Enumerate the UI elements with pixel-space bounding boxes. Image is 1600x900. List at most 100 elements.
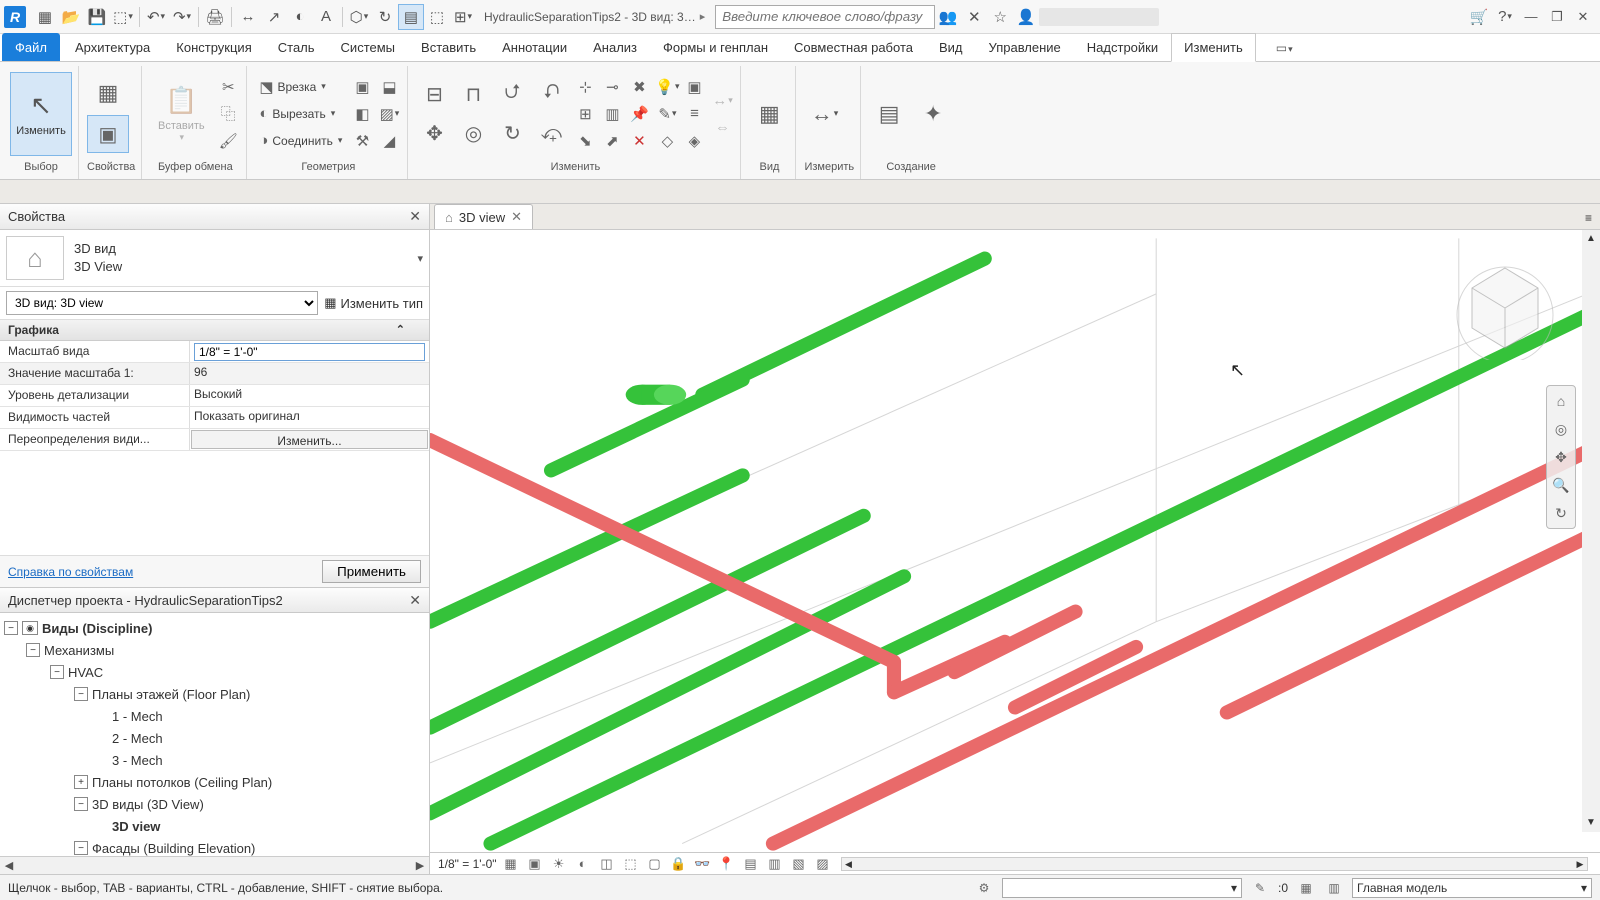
exchange-icon[interactable]: ✕ [961,4,987,30]
shadows-icon[interactable]: ◐ [573,855,593,873]
tab-massing[interactable]: Формы и генплан [650,33,781,61]
tree-node[interactable]: 2 - Mech [2,727,427,749]
offset-icon[interactable]: ⊓ [455,76,491,112]
scale-label[interactable]: 1/8" = 1'-0" [438,857,497,871]
tree-node[interactable]: 1 - Mech [2,705,427,727]
reveal-icon[interactable]: 📍 [717,855,737,873]
split-gap-icon[interactable]: ⊸ [600,75,624,99]
tab-annotate[interactable]: Аннотации [489,33,580,61]
collapse-icon[interactable]: ⌃ [396,323,405,336]
sun-path-icon[interactable]: ☀ [549,855,569,873]
linework-icon[interactable]: ✎▾ [655,102,679,126]
analytical-icon[interactable]: ▤ [741,855,761,873]
line-style-icon[interactable]: 💡▾ [655,75,679,99]
tree-node[interactable]: −3D виды (3D View) [2,793,427,815]
split-icon[interactable]: ⊹ [573,75,597,99]
parts-vis-value[interactable]: Показать оригинал [190,407,429,428]
extend-icon[interactable]: ↔▾ [710,88,734,112]
redo-icon[interactable]: ↷▾ [169,4,195,30]
signin-icon[interactable]: 👥 [935,4,961,30]
apply-button[interactable]: Применить [322,560,421,583]
model-select[interactable]: Главная модель▾ [1352,878,1592,898]
tab-analyze[interactable]: Анализ [580,33,650,61]
close-hidden-icon[interactable]: ⬚ [424,4,450,30]
delete-icon[interactable]: ✕ [627,129,651,153]
measure-icon[interactable]: ↔ [235,4,261,30]
detail-level-icon[interactable]: ▦ [501,855,521,873]
bevel-icon[interactable]: ◢ [377,129,401,153]
tree-node[interactable]: −HVAC [2,661,427,683]
thin-lines-icon[interactable]: ▤ [398,4,424,30]
tag-icon[interactable]: ◐ [287,4,313,30]
favorite-icon[interactable]: ☆ [987,4,1013,30]
pin-icon[interactable]: 📌 [627,102,651,126]
cut-geom-button[interactable]: ◐Вырезать▾ [255,102,346,126]
browser-hscroll[interactable]: ◀ ▶ [0,856,429,874]
tree-node[interactable]: −Фасады (Building Elevation) [2,837,427,856]
3d-canvas[interactable]: ↖ ⌂ ◎ ✥ 🔍 ↻ ▲ ▼ [430,230,1600,852]
tab-view[interactable]: Вид [926,33,976,61]
tab-steel[interactable]: Сталь [265,33,328,61]
scroll-left-icon[interactable]: ◀ [842,858,856,870]
search-input[interactable] [715,5,935,29]
extend2-icon[interactable]: ⇔ [710,115,734,139]
tree-node[interactable]: 3D view [2,815,427,837]
design-options-icon[interactable]: ✎ [1250,878,1270,898]
create-similar-icon[interactable]: ▤ [869,94,909,134]
sync-icon[interactable]: ⬚▾ [110,4,136,30]
paint-icon[interactable]: ▨▾ [377,102,401,126]
demolish-icon[interactable]: ⚒ [350,129,374,153]
move-icon[interactable]: ✥ [416,115,452,151]
ribbon-collapse-icon[interactable]: ▭▾ [1268,35,1301,61]
rendering-icon[interactable]: ◫ [597,855,617,873]
section-icon[interactable]: ↻ [372,4,398,30]
steering-wheel-icon[interactable]: ◎ [1550,418,1572,440]
tab-insert[interactable]: Вставить [408,33,489,61]
restore-button[interactable]: ❐ [1544,4,1570,30]
print-icon[interactable]: 🖨 [202,4,228,30]
tree-node[interactable]: −◉Виды (Discipline) [2,617,427,639]
close-button[interactable]: ✕ [1570,4,1596,30]
mirror-draw-icon[interactable]: ⮏ [533,76,569,112]
temp-hide-icon[interactable]: 👓 [693,855,713,873]
trim-icon[interactable]: ⤽ [533,115,569,151]
chevron-down-icon[interactable]: ▾ [417,252,423,265]
copy-icon[interactable]: ⿻ [216,102,240,126]
rotate-icon[interactable]: ↻ [494,115,530,151]
switch-icon[interactable]: ⊞▾ [450,4,476,30]
canvas-vscroll[interactable]: ▲ ▼ [1582,230,1600,832]
undo-icon[interactable]: ↶▾ [143,4,169,30]
cut-icon[interactable]: ✂ [216,75,240,99]
vg-overrides-button[interactable]: Изменить... [191,430,428,449]
view-scale-input[interactable] [194,343,425,361]
view-tab-3d[interactable]: ⌂ 3D view ✕ [434,204,533,229]
view-menu-icon[interactable]: ≡ [1577,207,1600,229]
visual-style-icon[interactable]: ▣ [525,855,545,873]
save-icon[interactable]: 💾 [84,4,110,30]
hide-icon[interactable]: ▦ [749,94,789,134]
tab-manage[interactable]: Управление [976,33,1074,61]
array-icon[interactable]: ⊞ [573,102,597,126]
unpin-icon[interactable]: ✖ [627,75,651,99]
type-properties-icon[interactable]: ▣ [87,115,129,153]
split-face-icon[interactable]: ◧ [350,102,374,126]
displacement-icon[interactable]: ▨ [813,855,833,873]
zoom-icon[interactable]: 🔍 [1550,474,1572,496]
help-icon[interactable]: ?▾ [1492,4,1518,30]
extend-corner-icon[interactable]: ⬊ [573,129,597,153]
close-icon[interactable]: ✕ [409,592,421,609]
lock-icon[interactable]: 🔒 [669,855,689,873]
close-icon[interactable]: ✕ [511,209,522,225]
linework2-icon[interactable]: ≡ [682,102,706,126]
override-icon[interactable]: ◇ [655,129,679,153]
tree-node[interactable]: −Планы этажей (Floor Plan) [2,683,427,705]
workset-select[interactable]: ▾ [1002,878,1242,898]
remove-override-icon[interactable]: ◈ [682,129,706,153]
pan-icon[interactable]: ✥ [1550,446,1572,468]
minimize-button[interactable]: — [1518,4,1544,30]
constraints-icon[interactable]: ▥ [765,855,785,873]
tab-architecture[interactable]: Архитектура [62,33,163,61]
scroll-right-icon[interactable]: ▶ [411,859,429,872]
text-icon[interactable]: A [313,4,339,30]
tab-systems[interactable]: Системы [328,33,408,61]
